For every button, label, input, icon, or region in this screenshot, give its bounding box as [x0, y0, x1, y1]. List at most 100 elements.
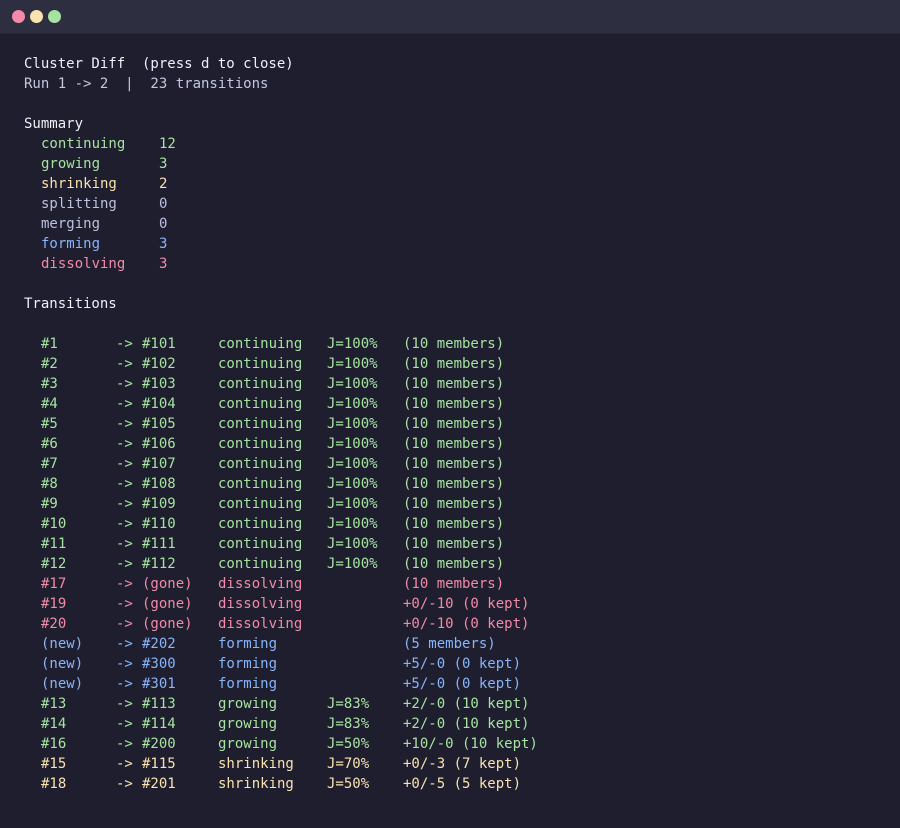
from-cluster: #15	[41, 756, 67, 772]
arrow: ->	[116, 776, 133, 792]
arrow: ->	[116, 376, 133, 392]
summary-row-forming: forming 3	[0, 234, 900, 254]
from-cluster: #4	[41, 396, 58, 412]
transition-row: #6 -> #106 continuing J=100% (10 members)	[0, 434, 900, 454]
jaccard-score: J=50%	[327, 776, 370, 792]
summary-count: 0	[159, 196, 168, 212]
member-detail: (10 members)	[403, 416, 505, 432]
member-detail: (10 members)	[403, 356, 505, 372]
to-cluster: #202	[142, 636, 176, 652]
to-cluster: #111	[142, 536, 176, 552]
from-cluster: #11	[41, 536, 67, 552]
summary-count: 3	[159, 156, 168, 172]
jaccard-score: J=100%	[327, 336, 378, 352]
to-cluster: #109	[142, 496, 176, 512]
arrow: ->	[116, 756, 133, 772]
to-cluster: #114	[142, 716, 176, 732]
jaccard-score: J=70%	[327, 756, 370, 772]
page-title: Cluster Diff (press d to close)	[24, 56, 294, 72]
jaccard-score: J=83%	[327, 696, 370, 712]
jaccard-score: J=100%	[327, 376, 378, 392]
transition-kind: continuing	[218, 356, 303, 372]
arrow: ->	[116, 416, 133, 432]
jaccard-score: J=100%	[327, 516, 378, 532]
transition-row: #16 -> #200 growing J=50% +10/-0 (10 kept)	[0, 734, 900, 754]
transition-row: #2 -> #102 continuing J=100% (10 members)	[0, 354, 900, 374]
summary-heading: Summary	[24, 116, 84, 132]
member-detail: (5 members)	[403, 636, 496, 652]
to-cluster: #105	[142, 416, 176, 432]
to-cluster: #113	[142, 696, 176, 712]
member-detail: +0/-5 (5 kept)	[403, 776, 522, 792]
to-cluster: #200	[142, 736, 176, 752]
to-cluster: #201	[142, 776, 176, 792]
to-cluster: #301	[142, 676, 176, 692]
from-cluster: #7	[41, 456, 58, 472]
to-cluster: #106	[142, 436, 176, 452]
transitions-heading: Transitions	[24, 296, 117, 312]
member-detail: (10 members)	[403, 576, 505, 592]
summary-row-merging: merging 0	[0, 214, 900, 234]
arrow: ->	[116, 356, 133, 372]
arrow: ->	[116, 476, 133, 492]
jaccard-score: J=100%	[327, 556, 378, 572]
maximize-window-button[interactable]	[48, 10, 61, 23]
transition-row: #10 -> #110 continuing J=100% (10 members)	[0, 514, 900, 534]
to-cluster: #115	[142, 756, 176, 772]
transition-row: #13 -> #113 growing J=83% +2/-0 (10 kept)	[0, 694, 900, 714]
to-cluster: #110	[142, 516, 176, 532]
transition-kind: forming	[218, 676, 278, 692]
summary-count: 3	[159, 236, 168, 252]
transition-kind: continuing	[218, 376, 303, 392]
window-titlebar	[0, 0, 900, 34]
minimize-window-button[interactable]	[30, 10, 43, 23]
to-cluster: #102	[142, 356, 176, 372]
transition-row: #15 -> #115 shrinking J=70% +0/-3 (7 kept)	[0, 754, 900, 774]
from-cluster: #17	[41, 576, 67, 592]
to-cluster: #112	[142, 556, 176, 572]
jaccard-score: J=100%	[327, 536, 378, 552]
transition-kind: shrinking	[218, 756, 294, 772]
jaccard-score: J=50%	[327, 736, 370, 752]
from-cluster: (new)	[41, 656, 84, 672]
summary-count: 2	[159, 176, 168, 192]
arrow: ->	[116, 496, 133, 512]
arrow: ->	[116, 456, 133, 472]
transition-kind: dissolving	[218, 616, 303, 632]
close-window-button[interactable]	[12, 10, 25, 23]
transition-kind: continuing	[218, 516, 303, 532]
transition-kind: dissolving	[218, 596, 303, 612]
summary-label: growing	[41, 156, 101, 172]
transition-kind: growing	[218, 696, 278, 712]
summary-row-splitting: splitting 0	[0, 194, 900, 214]
member-detail: +0/-10 (0 kept)	[403, 596, 530, 612]
from-cluster: #19	[41, 596, 67, 612]
arrow: ->	[116, 536, 133, 552]
transition-row: #20 -> (gone) dissolving +0/-10 (0 kept)	[0, 614, 900, 634]
transition-row: #11 -> #111 continuing J=100% (10 members)	[0, 534, 900, 554]
summary-label: forming	[41, 236, 101, 252]
transition-row: #3 -> #103 continuing J=100% (10 members)	[0, 374, 900, 394]
jaccard-score: J=100%	[327, 436, 378, 452]
to-cluster: #300	[142, 656, 176, 672]
transition-row: #8 -> #108 continuing J=100% (10 members)	[0, 474, 900, 494]
arrow: ->	[116, 556, 133, 572]
to-cluster: (gone)	[142, 576, 193, 592]
member-detail: (10 members)	[403, 516, 505, 532]
transition-row: (new) -> #300 forming +5/-0 (0 kept)	[0, 654, 900, 674]
member-detail: (10 members)	[403, 536, 505, 552]
jaccard-score: J=100%	[327, 416, 378, 432]
transition-row: #17 -> (gone) dissolving (10 members)	[0, 574, 900, 594]
transition-kind: continuing	[218, 496, 303, 512]
jaccard-score: J=100%	[327, 476, 378, 492]
arrow: ->	[116, 676, 133, 692]
to-cluster: #107	[142, 456, 176, 472]
transition-kind: growing	[218, 716, 278, 732]
summary-row-growing: growing 3	[0, 154, 900, 174]
summary-label: dissolving	[41, 256, 126, 272]
member-detail: (10 members)	[403, 456, 505, 472]
to-cluster: (gone)	[142, 596, 193, 612]
arrow: ->	[116, 696, 133, 712]
from-cluster: (new)	[41, 636, 84, 652]
transition-row: #19 -> (gone) dissolving +0/-10 (0 kept)	[0, 594, 900, 614]
